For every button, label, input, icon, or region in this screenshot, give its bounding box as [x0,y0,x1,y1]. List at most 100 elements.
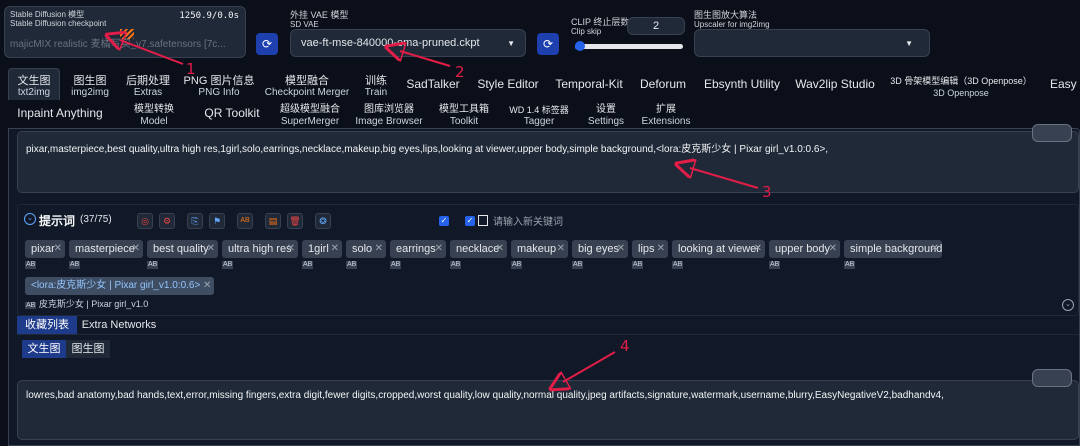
tab-train[interactable]: 训练 Train [356,75,396,99]
remove-tag-icon[interactable]: ✕ [754,240,762,258]
gear-icon[interactable]: ❂ [315,213,331,229]
tab-easy[interactable]: Easy [1050,78,1080,90]
collapse-toggle-icon[interactable]: ⌄ [24,213,36,225]
prompt-corner-button[interactable] [1032,124,1072,142]
expand-chevron-icon[interactable]: ⌄ [1062,299,1074,311]
favorites-tab[interactable]: 收藏列表 [17,316,77,334]
vae-label-en: SD VAE [290,20,319,29]
lora-tag[interactable]: <lora:皮克斯少女 | Pixar girl_v1.0:0.6> ✕ [25,277,215,295]
tab-inpaint-anything[interactable]: Inpaint Anything [8,107,112,119]
sidebar-toggle-icon[interactable] [478,215,488,226]
tag-chip[interactable]: lips ✕ [632,240,668,258]
tab-temporal-kit[interactable]: Temporal-Kit [550,78,628,90]
remove-tag-icon[interactable]: ✕ [829,240,837,258]
remove-tag-icon[interactable]: ✕ [331,240,339,258]
tab-png-info[interactable]: PNG 图片信息 PNG Info [180,75,258,99]
ab-toggle-icon[interactable]: AB [237,213,253,229]
tag-chip-label: 1girl [308,243,329,255]
vae-value: vae-ft-mse-840000-ema-pruned.ckpt [301,37,480,49]
clip-skip-slider-thumb[interactable] [575,41,585,51]
remove-tag-icon[interactable]: ✕ [657,240,665,258]
tag-chip[interactable]: upper body ✕ [769,240,840,258]
tab-sub-label: Extensions [641,116,691,127]
translate-badge: AB [511,261,523,269]
tab-toolkit[interactable]: 模型工具箱 Toolkit [432,104,496,128]
copy-icon[interactable]: ⎘ [187,213,203,229]
tag-chip[interactable]: earrings ✕ [390,240,446,258]
tag-chip[interactable]: simple background ✕ [844,240,942,258]
checkpoint-label: Stable Diffusion 模型 Stable Diffusion che… [10,10,106,28]
remove-tag-icon[interactable]: ✕ [435,240,443,258]
positive-prompt-textarea[interactable]: pixar,masterpiece,best quality,ultra hig… [17,131,1079,193]
remove-tag-icon[interactable]: ✕ [617,240,625,258]
tag-chip[interactable]: 1girl ✕ [302,240,342,258]
tag-chip-label: necklace [456,243,500,255]
tab-3d-openpose[interactable]: 3D 骨架模型编辑（3D Openpose） 3D Openpose [884,75,1038,99]
extra-networks-tab[interactable]: Extra Networks [80,316,158,334]
lora-subtitle: AB 皮克斯少女 | Pixar girl_v1.0 [25,297,148,310]
tab-sub-label: SuperMerger [280,116,340,127]
tab-label: WD 1.4 标签器 [509,105,569,115]
clip-skip-input[interactable]: 2 [627,17,685,35]
tag-chip[interactable]: masterpiece ✕ [69,240,143,258]
upscaler-select[interactable]: ▼ [694,29,930,57]
tab-txt2img[interactable]: 文生图 txt2img [8,75,60,99]
remove-tag-icon[interactable]: ✕ [931,240,939,258]
negative-corner-button[interactable] [1032,369,1072,387]
subtab-img2img[interactable]: 图生图 [66,340,110,358]
tag-chip[interactable]: big eyes ✕ [572,240,628,258]
refresh-checkpoint-button[interactable]: ⟳ [256,33,278,55]
tab-settings[interactable]: 设置 Settings [582,104,630,128]
subtab-txt2img[interactable]: 文生图 [22,340,66,358]
tag-chip[interactable]: solo ✕ [346,240,386,258]
tab-img2img[interactable]: 图生图 img2img [64,75,116,99]
new-keyword-input[interactable]: 请输入新关键词 [490,215,753,231]
tab-checkpoint-merger[interactable]: 模型融合 Checkpoint Merger [262,75,352,99]
tab-sub-label: Tagger [523,116,555,127]
negative-prompt-textarea[interactable]: lowres,bad anatomy,bad hands,text,error,… [17,380,1079,440]
trash-icon[interactable]: 🗑 [287,213,303,229]
remove-tag-icon[interactable]: ✕ [375,240,383,258]
bookmark-icon[interactable]: ⚑ [209,213,225,229]
annotation-number-4: 4 [620,337,630,355]
tab-style-editor[interactable]: Style Editor [472,78,544,90]
tab-supermerger[interactable]: 超级模型融合 SuperMerger [274,104,346,128]
translate-icon[interactable]: ◎ [137,213,153,229]
tab-qr-toolkit[interactable]: QR Toolkit [196,107,268,119]
remove-tag-icon[interactable]: ✕ [132,240,140,258]
remove-tag-icon[interactable]: ✕ [287,240,295,258]
tab-image-browser[interactable]: 图库浏览器 Image Browser [354,104,424,128]
tab-wav2lip-studio[interactable]: Wav2lip Studio [792,78,878,90]
remove-tag-icon[interactable]: ✕ [557,240,565,258]
prompt-token-count: (37/75) [80,214,112,225]
remove-tag-icon[interactable]: ✕ [203,277,211,295]
tag-chip[interactable]: looking at viewer ✕ [672,240,765,258]
tab-ebsynth-utility[interactable]: Ebsynth Utility [698,78,786,90]
tab-label: 扩展 [656,104,676,115]
tag-chip[interactable]: ultra high res ✕ [222,240,298,258]
checkbox-b[interactable]: ✓ [465,216,475,226]
remove-tag-icon[interactable]: ✕ [207,240,215,258]
tag-chip-label: best quality [153,243,209,255]
tag-chip[interactable]: necklace ✕ [450,240,507,258]
tag-chip[interactable]: best quality ✕ [147,240,218,258]
translate-badge: AB [450,261,462,269]
tab-label: Temporal-Kit [555,77,623,91]
clipboard-icon[interactable]: ▤ [265,213,281,229]
chevron-down-icon: ▼ [905,39,913,48]
remove-tag-icon[interactable]: ✕ [496,240,504,258]
remove-tag-icon[interactable]: ✕ [54,240,62,258]
settings-icon[interactable]: ⚙ [159,213,175,229]
clip-skip-slider[interactable] [575,41,683,51]
annotation-number-3: 3 [762,183,772,201]
tag-chip[interactable]: makeup ✕ [511,240,568,258]
tab-sub-label: Settings [587,116,625,127]
refresh-vae-button[interactable]: ⟳ [537,33,559,55]
tab-deforum[interactable]: Deforum [634,78,692,90]
vae-select[interactable]: vae-ft-mse-840000-ema-pruned.ckpt ▼ [290,29,526,57]
tab-extensions[interactable]: 扩展 Extensions [638,104,694,128]
checkbox-a[interactable]: ✓ [439,216,449,226]
tab-extras[interactable]: 后期处理 Extras [120,75,176,99]
tag-chip[interactable]: pixar ✕ [25,240,65,258]
tab-tagger[interactable]: WD 1.4 标签器 Tagger [502,104,576,128]
